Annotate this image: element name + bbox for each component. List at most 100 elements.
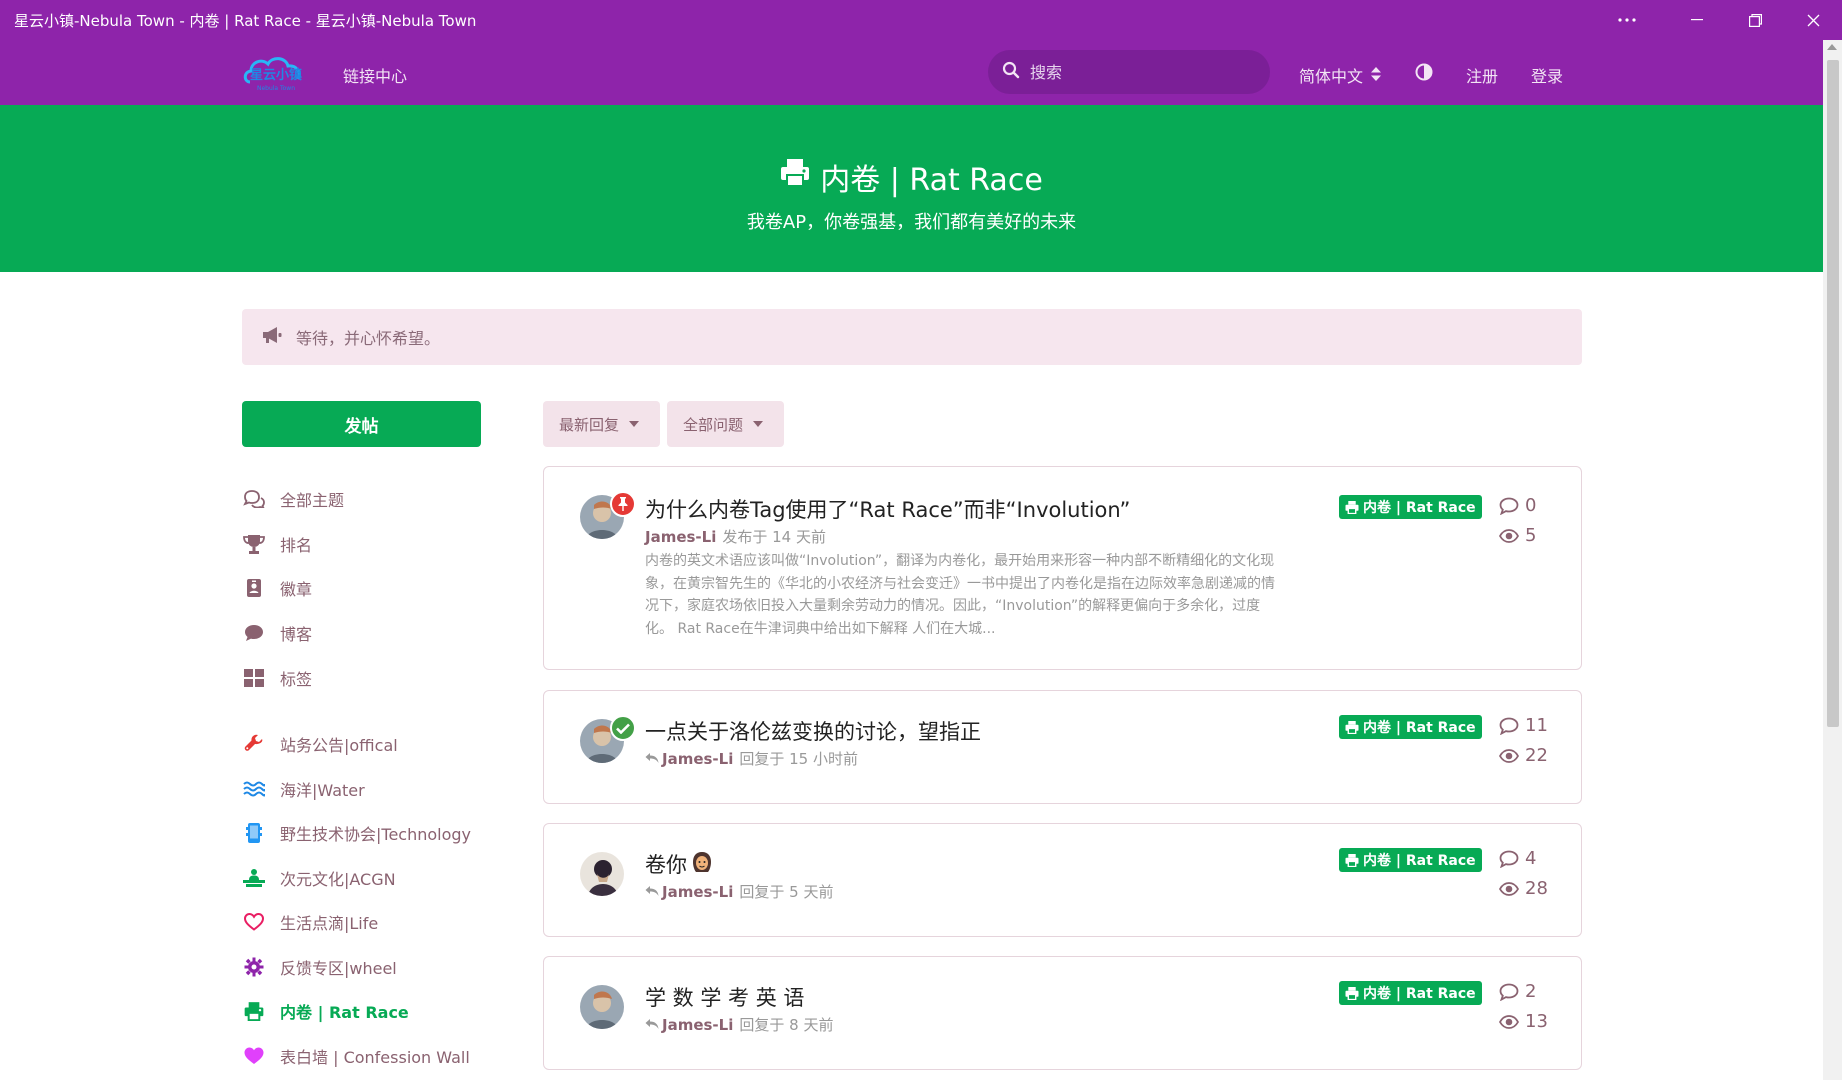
view-count: 13 <box>1499 1011 1548 1032</box>
sidebar-item-label: 标签 <box>280 670 313 689</box>
reply-arrow-icon <box>645 1016 659 1034</box>
discussion-title[interactable]: 为什么内卷Tag使用了“Rat Race”而非“Involution” <box>645 494 1130 524</box>
tag-hero: 内卷 | Rat Race 我卷AP，你卷强基，我们都有美好的未来 <box>0 105 1823 272</box>
avatar[interactable] <box>580 852 624 896</box>
more-icon[interactable] <box>1598 0 1656 40</box>
discussion-card[interactable]: 学 数 学 考 英 语 James-Li 回复于 8 天前 内卷 | Rat R… <box>543 956 1582 1070</box>
close-icon[interactable] <box>1784 0 1842 40</box>
sidebar-tag-technology[interactable]: 野生技术协会|Technology <box>242 819 471 847</box>
tags-grid-icon <box>242 666 266 690</box>
sidebar-tag-official[interactable]: 站务公告|offical <box>242 730 398 758</box>
gear-icon <box>242 955 266 979</box>
new-post-button[interactable]: 发帖 <box>242 401 481 447</box>
tag-label[interactable]: 内卷 | Rat Race <box>1339 981 1482 1005</box>
sidebar-item-label: 博客 <box>280 625 313 644</box>
scope-dropdown-label: 全部问题 <box>683 415 744 434</box>
reply-count-value: 2 <box>1525 981 1537 1002</box>
author-name[interactable]: James-Li <box>662 750 733 768</box>
scroll-thumb[interactable] <box>1827 60 1839 727</box>
eye-icon <box>1499 881 1519 896</box>
sidebar-tag-water[interactable]: 海洋|Water <box>242 775 365 803</box>
author-name[interactable]: James-Li <box>645 528 716 546</box>
author-name[interactable]: James-Li <box>662 883 733 901</box>
discussion-meta: James-Li 回复于 8 天前 <box>645 1014 833 1035</box>
tag-label-text: 内卷 | Rat Race <box>1363 853 1476 869</box>
sidebar-tag-wheel[interactable]: 反馈专区|wheel <box>242 953 397 981</box>
search-icon <box>1002 61 1020 83</box>
heart-solid-icon <box>242 1044 266 1068</box>
sort-dropdown-label: 最新回复 <box>559 415 620 434</box>
discussion-card[interactable]: 为什么内卷Tag使用了“Rat Race”而非“Involution” Jame… <box>543 466 1582 670</box>
water-icon <box>242 777 266 801</box>
tag-label[interactable]: 内卷 | Rat Race <box>1339 715 1482 739</box>
view-count-value: 5 <box>1525 525 1537 546</box>
eye-icon <box>1499 528 1519 543</box>
meta-time: 回复于 8 天前 <box>739 1016 834 1034</box>
reply-count: 11 <box>1499 715 1548 736</box>
sidebar-item-label: 排名 <box>280 536 313 555</box>
sidebar-item-blog[interactable]: 博客 <box>242 619 312 647</box>
discussion-card[interactable]: 一点关于洛伦兹变换的讨论，望指正 James-Li 回复于 15 小时前 内卷 … <box>543 690 1582 804</box>
logo-subtext: Nebula Town <box>257 85 295 92</box>
tag-label[interactable]: 内卷 | Rat Race <box>1339 848 1482 872</box>
minimize-icon[interactable] <box>1668 0 1726 40</box>
restore-icon[interactable] <box>1726 0 1784 40</box>
sidebar-item-label: 野生技术协会|Technology <box>280 825 472 844</box>
reply-count-value: 11 <box>1525 715 1548 736</box>
discussion-title-text: 卷你 <box>645 853 687 877</box>
meta-time: 发布于 14 天前 <box>722 528 826 546</box>
language-selector[interactable]: 简体中文 <box>1299 63 1382 87</box>
discussion-card[interactable]: 卷你 James-Li 回复于 5 天前 内卷 | Rat Race 4 28 <box>543 823 1582 937</box>
sidebar-item-ranking[interactable]: 排名 <box>242 530 312 558</box>
search-input[interactable] <box>1030 62 1250 82</box>
reply-count: 4 <box>1499 848 1536 869</box>
sidebar-item-badges[interactable]: 徽章 <box>242 574 312 602</box>
pinned-badge-icon <box>610 491 636 517</box>
site-logo[interactable]: 星云小镇 Nebula Town <box>242 52 310 92</box>
sidebar-tag-acgn[interactable]: 次元文化|ACGN <box>242 864 396 892</box>
discussion-title[interactable]: 一点关于洛伦兹变换的讨论，望指正 <box>645 716 981 746</box>
mobile-icon <box>242 821 266 845</box>
comment-outline-icon <box>1499 497 1519 515</box>
reply-arrow-icon <box>645 750 659 768</box>
sidebar-item-all-discussions[interactable]: 全部主题 <box>242 485 344 513</box>
sort-dropdown[interactable]: 最新回复 <box>543 401 660 447</box>
reply-count: 0 <box>1499 495 1536 516</box>
heart-outline-icon <box>242 910 266 934</box>
hero-title-text: 内卷 | Rat Race <box>820 163 1043 198</box>
sidebar-item-label: 反馈专区|wheel <box>280 959 397 978</box>
view-count-value: 28 <box>1525 878 1548 899</box>
announcement-banner: 等待，并心怀希望。 <box>242 309 1582 365</box>
theme-toggle-icon[interactable] <box>1415 63 1433 85</box>
reply-count: 2 <box>1499 981 1536 1002</box>
search-box[interactable] <box>988 50 1270 94</box>
link-center-link[interactable]: 链接中心 <box>343 63 407 87</box>
sidebar-item-tags[interactable]: 标签 <box>242 664 312 692</box>
author-name[interactable]: James-Li <box>662 1016 733 1034</box>
avatar[interactable] <box>580 985 624 1029</box>
discussion-title[interactable]: 卷你 <box>645 849 714 879</box>
tag-label[interactable]: 内卷 | Rat Race <box>1339 495 1482 519</box>
login-link[interactable]: 登录 <box>1531 63 1563 87</box>
printer-icon <box>1345 720 1359 734</box>
discussion-title[interactable]: 学 数 学 考 英 语 <box>645 982 804 1012</box>
scope-dropdown[interactable]: 全部问题 <box>667 401 784 447</box>
sidebar-item-label: 海洋|Water <box>280 781 365 800</box>
sidebar-tag-confession-wall[interactable]: 表白墙 | Confession Wall <box>242 1042 470 1070</box>
register-link[interactable]: 注册 <box>1466 63 1498 87</box>
caret-down-icon <box>629 421 640 427</box>
tag-label-text: 内卷 | Rat Race <box>1363 720 1476 736</box>
sidebar-item-label: 次元文化|ACGN <box>280 870 396 889</box>
view-count-value: 13 <box>1525 1011 1548 1032</box>
page-scrollbar[interactable] <box>1823 40 1842 1080</box>
meta-time: 回复于 5 天前 <box>739 883 834 901</box>
tag-label-text: 内卷 | Rat Race <box>1363 986 1476 1002</box>
printer-icon <box>1345 986 1359 1000</box>
discussion-meta: James-Li 回复于 5 天前 <box>645 881 833 902</box>
scroll-up-arrow-icon[interactable] <box>1827 44 1837 50</box>
sidebar-tag-rat-race[interactable]: 内卷 | Rat Race <box>242 997 409 1025</box>
sidebar-tag-life[interactable]: 生活点滴|Life <box>242 908 378 936</box>
printer-icon <box>242 999 266 1023</box>
discussion-meta: James-Li 发布于 14 天前 <box>645 526 826 547</box>
comment-outline-icon <box>1499 850 1519 868</box>
